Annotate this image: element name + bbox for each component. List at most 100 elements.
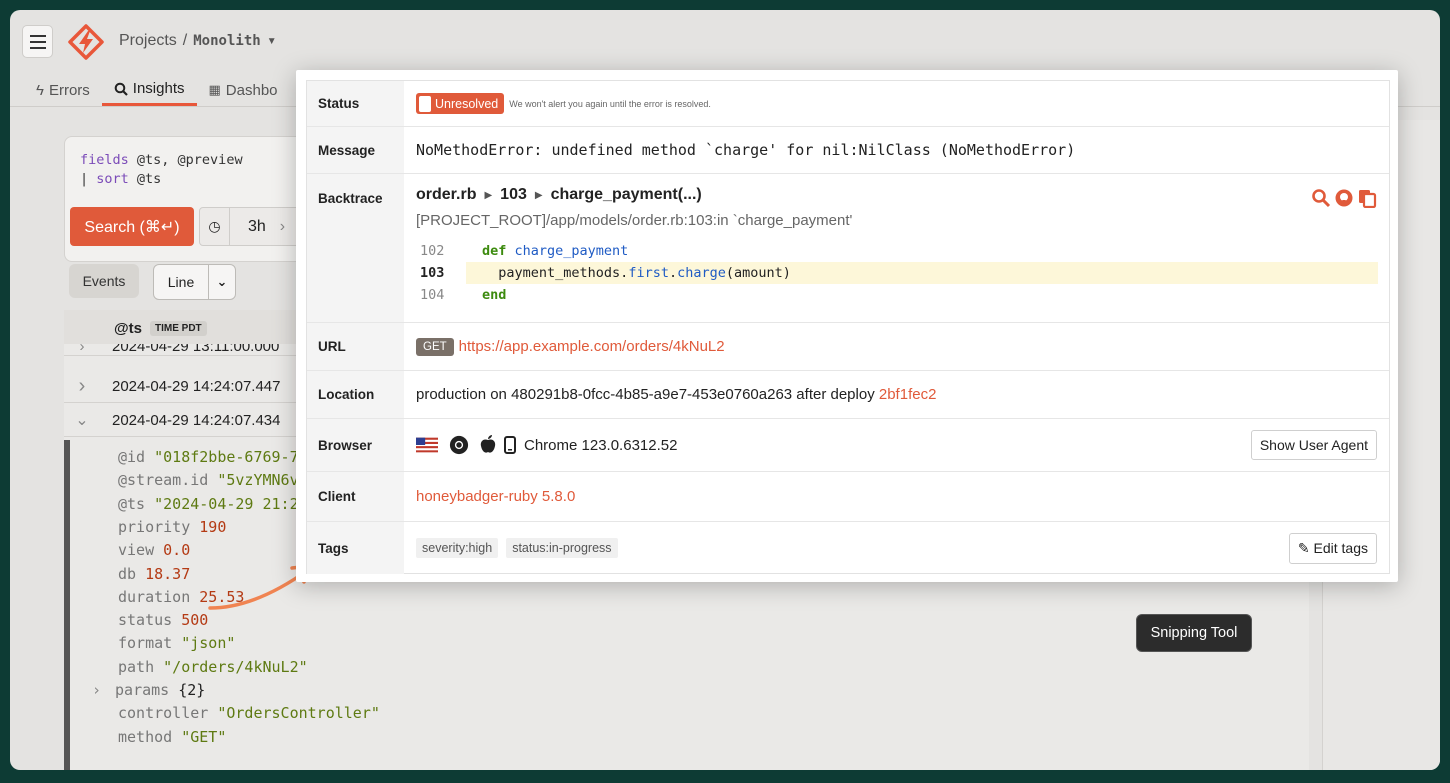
tags-row: Tags severity:high status:in-progress ✎ … xyxy=(307,522,1389,574)
field-key: controller xyxy=(118,704,209,723)
tab-insights-label: Insights xyxy=(132,80,185,97)
breadcrumb-separator: / xyxy=(182,32,188,49)
tag-chip[interactable]: status:in-progress xyxy=(506,538,618,558)
chevron-right-icon[interactable]: › xyxy=(92,681,101,699)
bt-method: charge_payment(...) xyxy=(550,186,702,203)
time-range-value: 3h xyxy=(248,217,266,235)
request-url-link[interactable]: https://app.example.com/orders/4kNuL2 xyxy=(459,338,725,355)
message-label: Message xyxy=(307,127,404,173)
honeybadger-logo[interactable] xyxy=(68,24,104,60)
field-value: "2024-04-29 21:2 xyxy=(154,494,299,513)
breadcrumb: Projects / Monolith ▼ xyxy=(119,32,277,50)
browser-row: Browser Chrome 123.0.6312.52 Show User A… xyxy=(307,419,1389,472)
events-toggle[interactable]: Events xyxy=(69,264,139,298)
chevron-right-icon[interactable]: › xyxy=(280,218,285,236)
row-timestamp: 2024-04-29 13:11:00.000 xyxy=(112,344,280,355)
backtrace-frame[interactable]: order.rb ▶ 103 ▶ charge_payment(...) xyxy=(416,186,702,204)
search-icon[interactable] xyxy=(1311,188,1331,208)
tab-errors[interactable]: ϟ Errors xyxy=(24,74,102,106)
chevron-right-icon[interactable]: › xyxy=(64,375,100,398)
caret-right-icon: ▶ xyxy=(534,189,543,201)
project-switcher[interactable]: Monolith xyxy=(193,33,260,49)
field-value: "GET" xyxy=(181,727,227,746)
location-value: production on 480291b8-0fcc-4b85-a9e7-45… xyxy=(404,371,1389,418)
tab-insights[interactable]: Insights xyxy=(101,74,197,106)
message-row: Message NoMethodError: undefined method … xyxy=(307,127,1389,174)
http-method-badge: GET xyxy=(416,337,454,356)
table-row-expanded[interactable]: ⌄ 2024-04-29 14:24:07.434 xyxy=(64,404,324,437)
resolve-toggle[interactable]: Unresolved xyxy=(416,93,505,114)
backtrace-actions xyxy=(1311,188,1377,208)
client-label: Client xyxy=(307,472,404,521)
query-fields-args: @ts, @preview xyxy=(128,152,243,168)
error-details-table: Status Unresolved We won't alert you aga… xyxy=(306,80,1390,574)
toggle-knob xyxy=(419,95,431,112)
time-range-picker[interactable]: ◷ 3h › xyxy=(199,207,309,246)
location-text: production on 480291b8-0fcc-4b85-a9e7-45… xyxy=(416,386,879,403)
results-header: @ts TIME PDT xyxy=(64,310,324,344)
edit-icon: ✎ xyxy=(1297,539,1310,556)
event-field: @ts "2024-04-29 21:2 xyxy=(118,495,299,513)
column-ts[interactable]: @ts xyxy=(114,320,142,337)
tag-chip[interactable]: severity:high xyxy=(416,538,499,558)
us-flag-icon xyxy=(416,437,438,453)
query-pipe: | xyxy=(80,171,97,187)
event-field: @id "018f2bbe-6769-7 xyxy=(118,448,299,466)
edit-tags-label: Edit tags xyxy=(1313,539,1368,556)
field-key: priority xyxy=(118,517,191,536)
line-number: 103 xyxy=(420,265,445,281)
tab-dashboards[interactable]: ▦ Dashbo xyxy=(197,74,290,106)
bt-line: 103 xyxy=(500,186,527,203)
edit-tags-button[interactable]: ✎ Edit tags xyxy=(1288,532,1377,564)
field-key: params xyxy=(115,681,170,699)
chevron-down-icon[interactable]: ⌄ xyxy=(64,410,100,430)
code-snippet: 102 def charge_payment 103 payment_metho… xyxy=(416,240,1378,306)
view-mode-value: Line xyxy=(154,265,209,299)
view-mode-select[interactable]: Line ⌄ xyxy=(153,264,236,300)
error-message: NoMethodError: undefined method `charge'… xyxy=(416,141,1076,159)
event-field[interactable]: › params {2} xyxy=(92,681,205,699)
query-keyword-fields: fields xyxy=(80,152,129,168)
chrome-icon xyxy=(449,435,469,455)
client-row: Client honeybadger-ruby 5.8.0 xyxy=(307,472,1389,522)
field-key: status xyxy=(118,611,173,630)
bt-file: order.rb xyxy=(416,186,477,203)
code-line: 102 def charge_payment xyxy=(416,240,1378,262)
table-row[interactable]: › 2024-04-29 13:11:00.000 xyxy=(64,344,324,356)
search-button[interactable]: Search (⌘↵) xyxy=(70,207,194,246)
field-value: "OrdersController" xyxy=(217,704,380,723)
breadcrumb-projects[interactable]: Projects xyxy=(119,32,177,50)
code-function: charge xyxy=(677,265,726,281)
menu-button[interactable] xyxy=(22,25,53,58)
field-key: @stream.id xyxy=(118,471,209,490)
field-value: 18.37 xyxy=(145,564,191,583)
field-key: @id xyxy=(118,448,146,466)
copy-icon[interactable] xyxy=(1357,188,1377,208)
chevron-down-icon[interactable]: ⌄ xyxy=(209,274,235,290)
tab-errors-label: Errors xyxy=(48,81,90,99)
line-number: 102 xyxy=(420,243,445,259)
show-user-agent-button[interactable]: Show User Agent xyxy=(1250,430,1377,460)
url-value: GET https://app.example.com/orders/4kNuL… xyxy=(404,323,1389,370)
timezone-badge: TIME PDT xyxy=(150,321,207,336)
grid-icon: ▦ xyxy=(208,82,221,97)
status-label: Status xyxy=(307,81,404,126)
code-line-highlighted: 103 payment_methods. first. charge (amount) xyxy=(416,262,1378,284)
field-value: 0.0 xyxy=(163,541,191,560)
deploy-link[interactable]: 2bf1fec2 xyxy=(879,386,937,403)
chevron-right-icon[interactable]: › xyxy=(64,344,100,355)
line-number: 104 xyxy=(420,287,445,303)
github-icon[interactable] xyxy=(1334,188,1354,208)
event-field: method "GET" xyxy=(118,728,226,746)
row-timestamp: 2024-04-29 14:24:07.434 xyxy=(112,411,281,429)
bolt-icon: ϟ xyxy=(36,81,44,99)
event-field: status 500 xyxy=(118,611,208,629)
code-function: charge_payment xyxy=(514,243,629,259)
query-text[interactable]: fields @ts, @preview | sort @ts xyxy=(65,137,313,189)
browser-label: Browser xyxy=(307,419,404,471)
table-row[interactable]: › 2024-04-29 14:24:07.447 xyxy=(64,370,324,403)
client-link[interactable]: honeybadger-ruby 5.8.0 xyxy=(416,488,575,505)
browser-value: Chrome 123.0.6312.52 Show User Agent xyxy=(404,419,1389,471)
field-key: @ts xyxy=(118,494,146,513)
caret-down-icon[interactable]: ▼ xyxy=(267,36,277,47)
